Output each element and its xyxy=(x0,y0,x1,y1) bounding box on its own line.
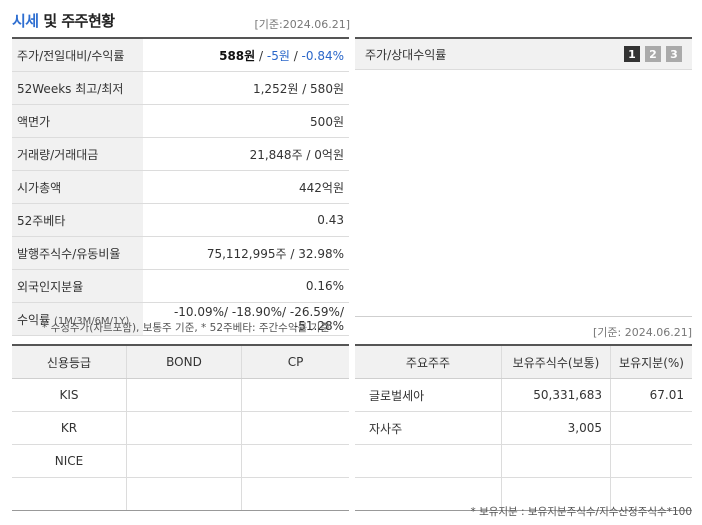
table-cell xyxy=(241,411,349,445)
table-cell xyxy=(126,378,242,412)
return-6m: -26.59% xyxy=(289,305,340,319)
table-row: KIS xyxy=(12,378,349,412)
divider xyxy=(355,316,692,317)
table-cell xyxy=(126,477,242,511)
shareholder-name: 글로벌세아 xyxy=(355,378,502,412)
table-row: 발행주식수/유동비율 75,112,995주 / 32.98% xyxy=(12,236,349,270)
shares-held: 50,331,683 xyxy=(501,378,611,412)
column-header: 보유주식수(보통) xyxy=(501,344,611,379)
credit-rating-table: 신용등급 BOND CP KIS KR NICE xyxy=(12,344,349,511)
column-header: 신용등급 xyxy=(12,344,127,379)
return-3m: -18.90% xyxy=(231,305,282,319)
row-value: 21,848주 / 0억원 xyxy=(143,137,349,171)
price-table-note: * 수정주가(차트포함), 보통주 기준, * 52주베타: 주간수익률 기준 xyxy=(42,322,330,334)
row-value: 0.16% xyxy=(143,269,349,303)
row-label: 52주베타 xyxy=(12,203,143,237)
table-row: KR xyxy=(12,411,349,445)
chart-pager: 1 2 3 xyxy=(624,46,682,62)
as-of-date: [기준:2024.06.21] xyxy=(254,18,350,31)
shareholder-name: 자사주 xyxy=(355,411,502,445)
column-header: 주요주주 xyxy=(355,344,502,379)
table-cell xyxy=(12,477,127,511)
column-header: 보유지분(%) xyxy=(610,344,692,379)
table-cell xyxy=(126,444,242,478)
separator: / xyxy=(289,48,302,63)
table-cell xyxy=(241,444,349,478)
table-cell xyxy=(241,477,349,511)
table-row: 시가총액 442억원 xyxy=(12,170,349,204)
shareholder-name xyxy=(355,444,502,478)
price-change: -5원 xyxy=(266,48,290,63)
chart-as-of-date: [기준: 2024.06.21] xyxy=(592,326,692,339)
section-title-rest: 및 주주현황 xyxy=(38,12,115,30)
table-row: NICE xyxy=(12,444,349,478)
row-label: 액면가 xyxy=(12,104,143,138)
row-value: 500원 xyxy=(143,104,349,138)
table-cell: NICE xyxy=(12,444,127,478)
row-value: 75,112,995주 / 32.98% xyxy=(143,236,349,270)
column-header: CP xyxy=(241,344,349,379)
chart-panel: 주가/상대수익률 1 2 3 xyxy=(355,37,692,318)
shares-held: 3,005 xyxy=(501,411,611,445)
major-shareholders-table: 주요주주 보유주식수(보통) 보유지분(%) 글로벌세아 50,331,683 … xyxy=(355,344,692,511)
table-row: 외국인지분율 0.16% xyxy=(12,269,349,303)
table-header-row: 신용등급 BOND CP xyxy=(12,344,349,379)
table-row: 52주베타 0.43 xyxy=(12,203,349,237)
section-title-highlight: 시세 xyxy=(12,12,39,30)
table-row: 액면가 500원 xyxy=(12,104,349,138)
return-1m: -10.09% xyxy=(173,305,225,319)
table-row: 자사주 3,005 xyxy=(355,411,692,445)
row-value: 442억원 xyxy=(143,170,349,204)
table-row xyxy=(355,444,692,478)
chart-panel-header: 주가/상대수익률 1 2 3 xyxy=(355,39,692,70)
row-label: 외국인지분율 xyxy=(12,269,143,303)
table-header-row: 주요주주 보유주식수(보통) 보유지분(%) xyxy=(355,344,692,379)
row-label: 52Weeks 최고/최저 xyxy=(12,71,143,105)
shares-held xyxy=(501,444,611,478)
ownership-percent xyxy=(610,411,692,445)
separator: / xyxy=(255,48,267,63)
row-label: 시가총액 xyxy=(12,170,143,204)
row-value: 0.43 xyxy=(143,203,349,237)
column-header: BOND xyxy=(126,344,242,379)
table-row: 글로벌세아 50,331,683 67.01 xyxy=(355,378,692,412)
price-change-rate: -0.84% xyxy=(301,48,344,63)
current-price: 588원 xyxy=(219,48,256,63)
ownership-percent xyxy=(610,444,692,478)
table-row: 거래량/거래대금 21,848주 / 0억원 xyxy=(12,137,349,171)
row-value: 1,252원 / 580원 xyxy=(143,71,349,105)
row-label: 발행주식수/유동비율 xyxy=(12,236,143,270)
holders-table-note: * 보유지분 : 보유지분주식수/지수산정주식수*100 xyxy=(470,506,692,518)
chart-page-1-button[interactable]: 1 xyxy=(624,46,640,62)
table-row xyxy=(12,477,349,511)
row-label: 주가/전일대비/수익률 xyxy=(12,37,143,72)
table-cell: KIS xyxy=(12,378,127,412)
ownership-percent: 67.01 xyxy=(610,378,692,412)
table-row: 주가/전일대비/수익률 588원 / -5원 / -0.84% xyxy=(12,37,349,72)
price-value: 588원 / -5원 / -0.84% xyxy=(143,37,349,72)
section-title: 시세 및 주주현황 xyxy=(12,10,115,31)
chart-page-3-button[interactable]: 3 xyxy=(666,46,682,62)
row-label: 거래량/거래대금 xyxy=(12,137,143,171)
table-cell: KR xyxy=(12,411,127,445)
price-summary-table: 주가/전일대비/수익률 588원 / -5원 / -0.84% 52Weeks … xyxy=(12,37,349,336)
chart-panel-title: 주가/상대수익률 xyxy=(365,47,447,62)
table-cell xyxy=(126,411,242,445)
table-row: 52Weeks 최고/최저 1,252원 / 580원 xyxy=(12,71,349,105)
table-cell xyxy=(241,378,349,412)
chart-page-2-button[interactable]: 2 xyxy=(645,46,661,62)
